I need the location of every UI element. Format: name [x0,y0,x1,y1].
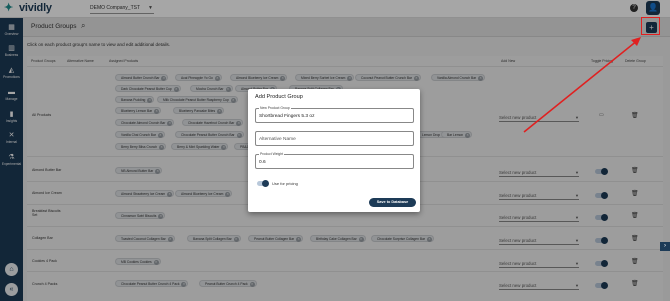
annotation-arrow [523,37,641,133]
